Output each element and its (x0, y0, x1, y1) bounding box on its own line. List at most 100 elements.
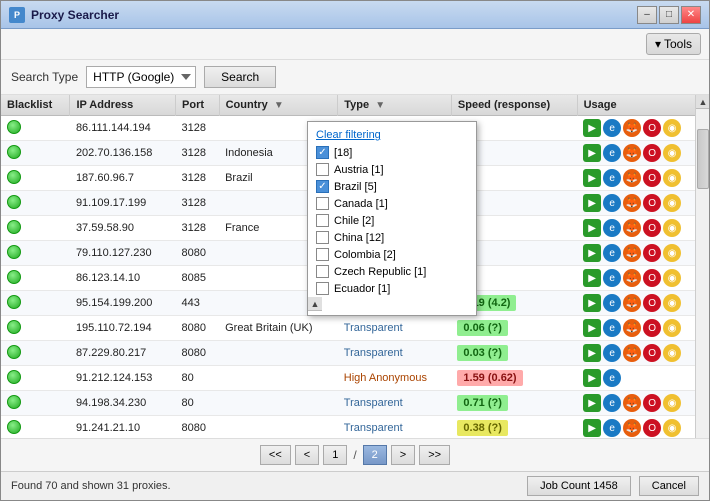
type-cell: Transparent (338, 316, 452, 341)
filter-checkbox[interactable] (316, 265, 329, 278)
search-row: Search Type HTTP (Google) HTTPS SOCKS4 S… (1, 60, 709, 95)
chrome-icon: ◉ (663, 294, 681, 312)
job-count-button[interactable]: Job Count 1458 (527, 476, 631, 496)
type-cell: Transparent (338, 391, 452, 416)
ip-cell: 79.110.127.230 (70, 241, 176, 266)
filter-checkbox[interactable] (316, 231, 329, 244)
dropdown-item[interactable]: Canada [1] (308, 195, 476, 212)
filter-checkbox[interactable] (316, 163, 329, 176)
search-type-select[interactable]: HTTP (Google) HTTPS SOCKS4 SOCKS5 (86, 66, 196, 88)
page-1-button[interactable]: 1 (323, 445, 347, 465)
proxy-icon: ▶ (583, 369, 601, 387)
close-button[interactable]: ✕ (681, 6, 701, 24)
first-page-button[interactable]: << (260, 445, 291, 465)
status-cell (1, 341, 70, 366)
usage-cell: ▶ e 🦊 O ◉ (577, 141, 708, 166)
proxy-icon: ▶ (583, 244, 601, 262)
usage-cell: ▶ e 🦊 O ◉ (577, 241, 708, 266)
port-cell: 3128 (176, 216, 220, 241)
dropdown-scroll-arrow[interactable]: ▲ (308, 297, 322, 311)
filter-checkbox[interactable] (316, 197, 329, 210)
col-type[interactable]: Type ▼ (338, 95, 452, 116)
chrome-icon: ◉ (663, 419, 681, 437)
filter-checkbox[interactable] (316, 214, 329, 227)
status-cell (1, 291, 70, 316)
pagination-row: << < 1 / 2 > >> (1, 438, 709, 471)
opera-icon: O (643, 269, 661, 287)
dropdown-item[interactable]: Ecuador [1] (308, 280, 476, 297)
search-type-label: Search Type (11, 70, 78, 84)
port-cell: 80 (176, 391, 220, 416)
search-button[interactable]: Search (204, 66, 276, 88)
firefox-icon: 🦊 (623, 319, 641, 337)
dropdown-item-label: Ecuador [1] (334, 283, 390, 295)
dropdown-item[interactable]: ✓ [18] (308, 144, 476, 161)
filter-checkbox[interactable]: ✓ (316, 146, 329, 159)
port-cell: 3128 (176, 116, 220, 141)
browser-icons: ▶ e 🦊 O ◉ (583, 244, 702, 262)
usage-cell: ▶ e 🦊 O ◉ (577, 341, 708, 366)
speed-cell: 0.06 (?) (451, 316, 577, 341)
country-cell (219, 416, 338, 439)
table-row: 91.212.124.153 80 High Anonymous 1.59 (0… (1, 366, 709, 391)
browser-icons: ▶ e 🦊 O ◉ (583, 269, 702, 287)
dropdown-item[interactable]: China [12] (308, 229, 476, 246)
maximize-button[interactable]: □ (659, 6, 679, 24)
filter-checkbox[interactable] (316, 282, 329, 295)
usage-cell: ▶ e 🦊 O ◉ (577, 291, 708, 316)
table-row: 94.198.34.230 80 Transparent 0.71 (?) ▶ … (1, 391, 709, 416)
chrome-icon: ◉ (663, 219, 681, 237)
status-cell (1, 191, 70, 216)
proxy-icon: ▶ (583, 194, 601, 212)
port-cell: 8080 (176, 341, 220, 366)
speed-cell: 1.59 (0.62) (451, 366, 577, 391)
tools-button[interactable]: ▾ Tools (646, 33, 701, 55)
prev-page-button[interactable]: < (295, 445, 319, 465)
country-cell (219, 366, 338, 391)
dropdown-item[interactable]: Colombia [2] (308, 246, 476, 263)
dropdown-item-label: China [12] (334, 232, 384, 244)
status-cell (1, 141, 70, 166)
last-page-button[interactable]: >> (419, 445, 450, 465)
minimize-button[interactable]: – (637, 6, 657, 24)
browser-icons: ▶ e 🦊 O ◉ (583, 169, 702, 187)
table-scrollbar[interactable]: ▲ (695, 95, 709, 438)
ip-cell: 37.59.58.90 (70, 216, 176, 241)
status-cell (1, 416, 70, 439)
speed-cell: 0.71 (?) (451, 391, 577, 416)
clear-filter-button[interactable]: Clear filtering (308, 126, 476, 144)
status-dot (7, 295, 21, 309)
filter-checkbox[interactable] (316, 248, 329, 261)
opera-icon: O (643, 294, 661, 312)
dropdown-item-label: Czech Republic [1] (334, 266, 426, 278)
cancel-button[interactable]: Cancel (639, 476, 699, 496)
dropdown-item[interactable]: Czech Republic [1] (308, 263, 476, 280)
ip-cell: 87.229.80.217 (70, 341, 176, 366)
opera-icon: O (643, 394, 661, 412)
col-country[interactable]: Country ▼ (219, 95, 338, 116)
dropdown-item[interactable]: Chile [2] (308, 212, 476, 229)
usage-cell: ▶ e 🦊 O ◉ (577, 216, 708, 241)
dropdown-item[interactable]: Austria [1] (308, 161, 476, 178)
proxy-icon: ▶ (583, 344, 601, 362)
ie-icon: e (603, 269, 621, 287)
ip-cell: 195.110.72.194 (70, 316, 176, 341)
scroll-thumb[interactable] (697, 129, 709, 189)
dropdown-item[interactable]: ✓ Brazil [5] (308, 178, 476, 195)
page-2-button[interactable]: 2 (363, 445, 387, 465)
dropdown-item-label: Brazil [5] (334, 181, 377, 193)
firefox-icon: 🦊 (623, 244, 641, 262)
next-page-button[interactable]: > (391, 445, 415, 465)
table-row: 195.110.72.194 8080 Great Britain (UK) T… (1, 316, 709, 341)
browser-icons: ▶ e 🦊 O ◉ (583, 344, 702, 362)
app-icon: P (9, 7, 25, 23)
main-window: P Proxy Searcher – □ ✕ ▾ Tools Search Ty… (0, 0, 710, 501)
dropdown-item-label: Austria [1] (334, 164, 384, 176)
chrome-icon: ◉ (663, 269, 681, 287)
ie-icon: e (603, 319, 621, 337)
status-dot (7, 270, 21, 284)
ip-cell: 91.241.21.10 (70, 416, 176, 439)
filter-checkbox[interactable]: ✓ (316, 180, 329, 193)
scroll-up-arrow[interactable]: ▲ (696, 95, 709, 109)
status-cell (1, 216, 70, 241)
